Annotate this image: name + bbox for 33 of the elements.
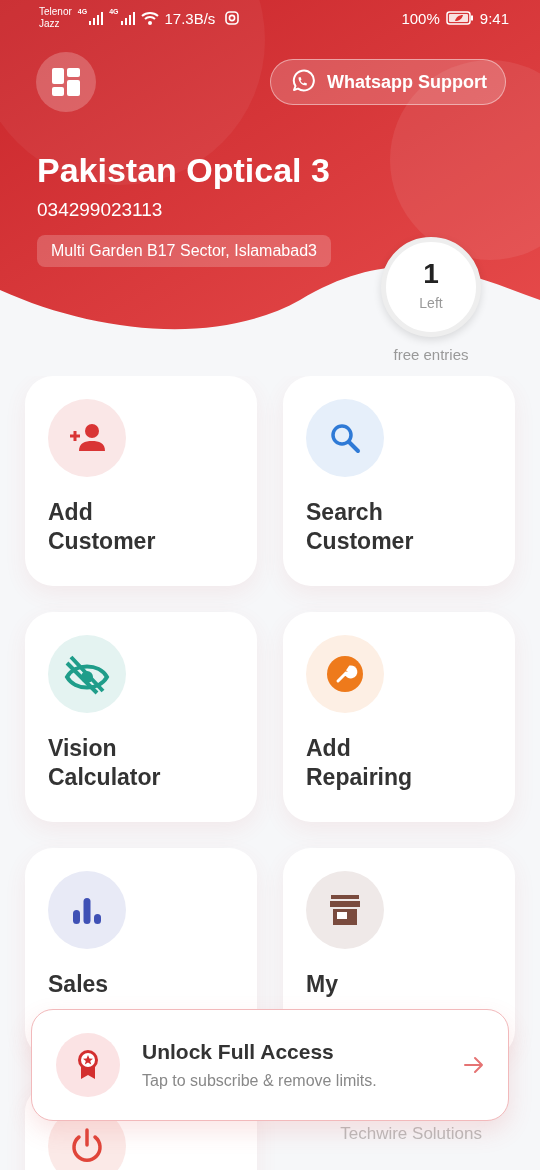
feature-title: Vision Calculator — [48, 734, 162, 792]
address-chip: Multi Garden B17 Sector, Islamabad3 — [37, 235, 331, 267]
feature-title: My — [306, 970, 339, 999]
wifi-icon — [140, 11, 159, 25]
entries-caption: free entries — [392, 346, 470, 363]
feature-title: Search Customer — [306, 498, 415, 556]
feature-title: Add Customer — [48, 498, 157, 556]
dashboard-button[interactable] — [36, 52, 96, 112]
battery-percent: 100% — [401, 9, 440, 27]
feature-card[interactable]: Add Customer — [25, 376, 257, 586]
signal-icon — [89, 11, 104, 25]
camera-icon — [225, 11, 240, 25]
dashboard-icon — [52, 68, 80, 96]
feature-card[interactable]: Add Repairing — [283, 612, 515, 822]
battery-icon — [445, 11, 474, 25]
phone-number: 034299023113 — [37, 199, 164, 221]
shop-name: Pakistan Optical 3 — [37, 150, 331, 190]
company-credit: Techwire Solutions — [339, 1123, 483, 1144]
entries-count: 1 — [423, 259, 439, 289]
feature-card[interactable]: Vision Calculator — [25, 612, 257, 822]
signal-icon — [120, 11, 135, 25]
carrier-name: Telenor — [39, 6, 72, 18]
feature-title: Sales — [48, 970, 110, 999]
entries-unit: Left — [419, 295, 443, 311]
banner-subtitle: Tap to subscribe & remove limits. — [142, 1072, 378, 1090]
feature-card[interactable]: Search Customer — [283, 376, 515, 586]
clock-time: 9:41 — [479, 9, 509, 27]
network-speed: 17.3B/s — [164, 9, 216, 27]
carrier-name: Jazz — [39, 18, 61, 30]
arrow-right-icon — [464, 1056, 484, 1074]
whatsapp-support-button[interactable]: Whatsapp Support — [270, 59, 506, 105]
unlock-toast[interactable]: Unlock Full Access Tap to subscribe & remove limits. — [31, 1009, 509, 1121]
feature-title: Add Repairing — [306, 734, 414, 792]
